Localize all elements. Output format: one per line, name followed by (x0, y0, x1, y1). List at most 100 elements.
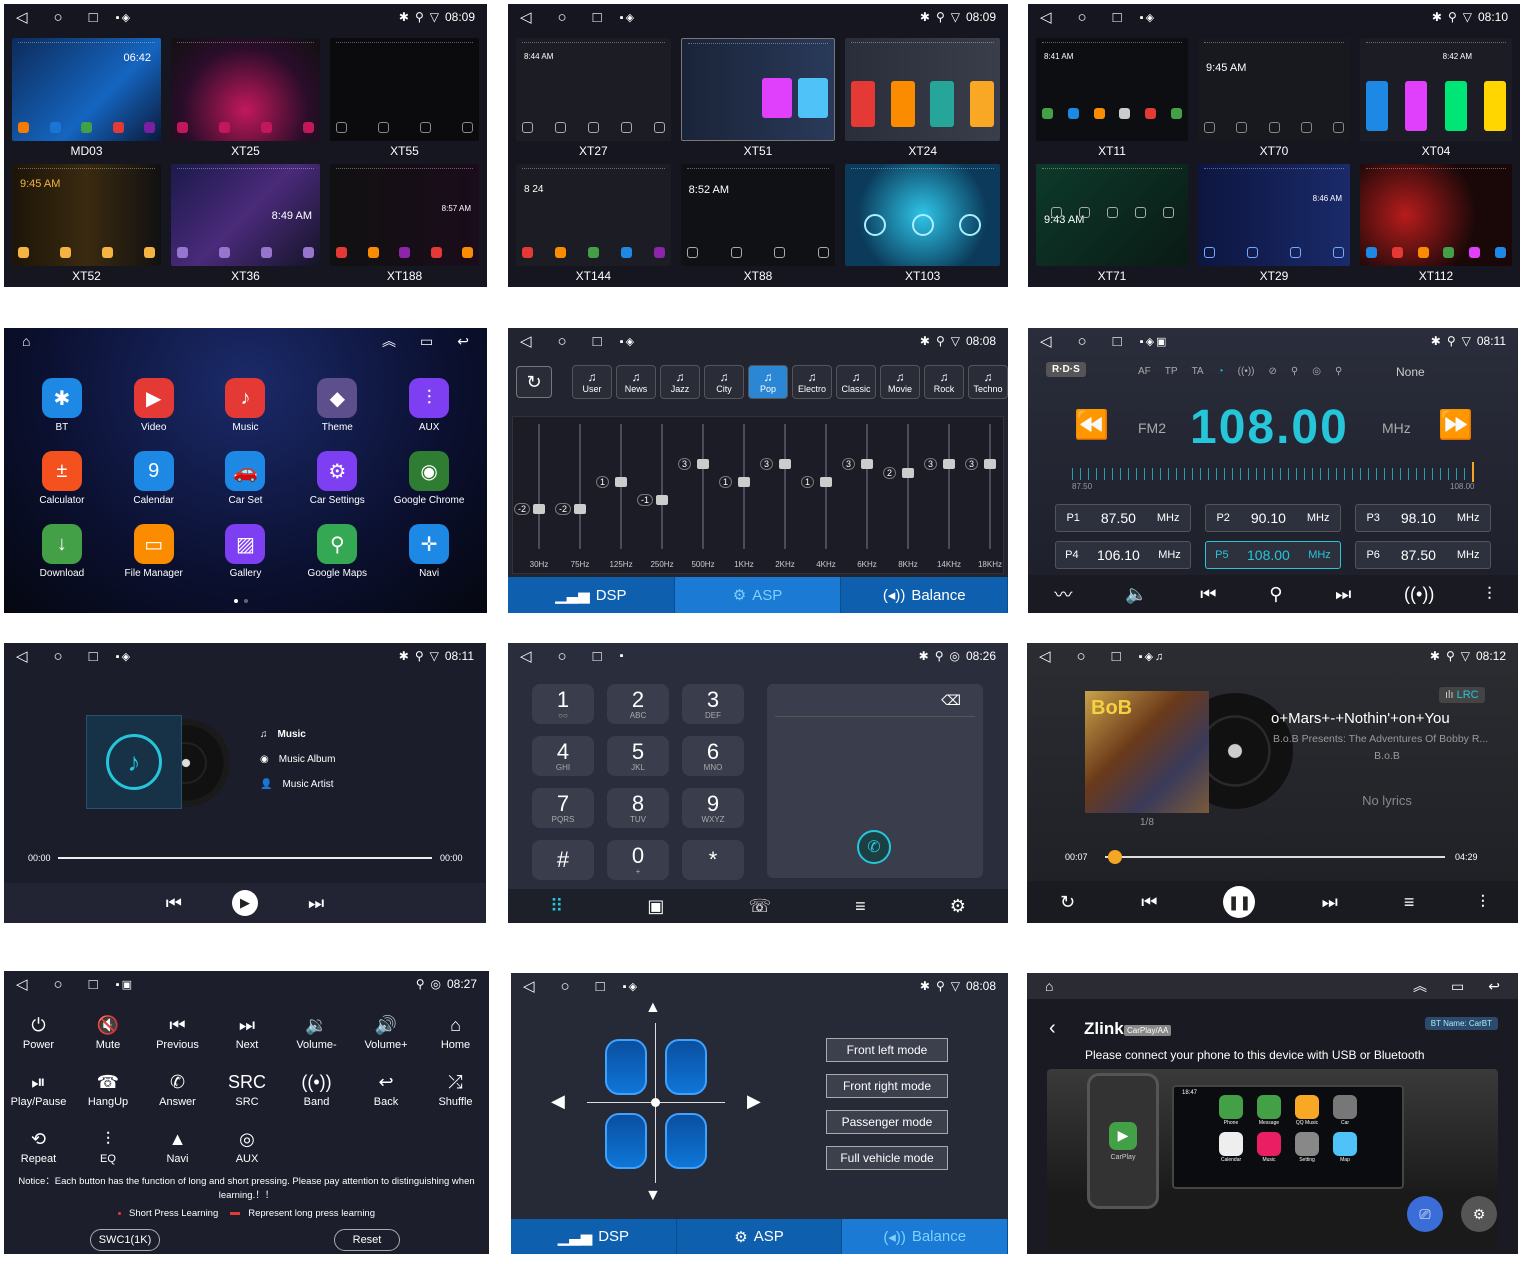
theme-thumb[interactable]: 9:45 AM XT70 (1198, 38, 1350, 158)
play-button[interactable]: ▶ (232, 890, 258, 916)
carplay-app-phone[interactable]: Phone (1214, 1095, 1248, 1126)
repeat-icon[interactable]: ↻ (1060, 892, 1075, 913)
swc1-button[interactable]: SWC1(1K) (90, 1229, 160, 1251)
app-car-settings[interactable]: ⚙ Car Settings (291, 451, 383, 506)
af-flag[interactable]: AF (1138, 366, 1151, 377)
theme-thumb[interactable]: 8:49 AM XT36 (171, 163, 320, 283)
swc-hangup[interactable]: ☎ HangUp (74, 1072, 143, 1108)
dial-key[interactable]: # (532, 840, 594, 880)
app-aux[interactable]: ⫶ AUX (383, 378, 475, 433)
dial-key[interactable]: 6 MNO (682, 736, 744, 776)
fader-knob[interactable] (943, 459, 955, 469)
back-icon[interactable]: ◁ (523, 977, 535, 995)
arrow-down-icon[interactable]: ▼ (645, 1187, 661, 1205)
back-icon[interactable]: ◁ (520, 8, 532, 26)
app-google-chrome[interactable]: ◉ Google Chrome (383, 451, 475, 506)
previous-icon[interactable]: ⏮ (166, 893, 182, 914)
theme-thumb[interactable]: XT25 (171, 38, 320, 158)
home-icon[interactable]: ○ (558, 9, 567, 26)
window-icon[interactable]: ▭ (1451, 978, 1464, 995)
eq-fader[interactable]: 3 (760, 424, 791, 549)
radio-preset-p3[interactable]: P3 98.10 MHz (1355, 504, 1491, 532)
tp-flag[interactable]: TP (1165, 366, 1178, 377)
arrow-up-icon[interactable]: ▲ (645, 999, 661, 1017)
home-outline-icon[interactable]: ⌂ (22, 333, 30, 349)
fader-knob[interactable] (615, 477, 627, 487)
progress-thumb[interactable] (1108, 850, 1123, 864)
theme-thumb[interactable]: 9:43 AM XT71 (1036, 163, 1188, 283)
back-icon[interactable]: ◁ (16, 975, 28, 993)
app-calculator[interactable]: ± Calculator (16, 451, 108, 506)
theme-thumb[interactable]: XT24 (845, 38, 1000, 158)
arrow-left-icon[interactable]: ◀ (551, 1091, 565, 1112)
reset-button[interactable]: Reset (334, 1229, 400, 1251)
progress-bar[interactable] (58, 857, 432, 859)
dial-key[interactable]: 3 DEF (682, 684, 744, 724)
tab-dsp[interactable]: ▁▃▅ DSP (511, 1219, 677, 1254)
swc-next[interactable]: ⏭ Next (213, 1015, 282, 1051)
eq-preset-classic[interactable]: ♫ Classic (836, 365, 876, 399)
back-icon[interactable]: ◁ (520, 647, 532, 665)
expand-icon[interactable]: ︽ (382, 331, 396, 351)
swc-previous[interactable]: ⏮ Previous (143, 1015, 212, 1051)
ta-flag[interactable]: TA (1192, 366, 1204, 377)
seat-diagram[interactable] (587, 1023, 725, 1183)
swc-band[interactable]: ((•)) Band (282, 1072, 351, 1108)
balance-mode-button[interactable]: Passenger mode (826, 1110, 948, 1134)
radio-preset-p6[interactable]: P6 87.50 MHz (1355, 541, 1491, 569)
app-calendar[interactable]: 9 Calendar (108, 451, 200, 506)
theme-thumb[interactable]: 8:57 AM XT188 (330, 163, 479, 283)
radio-preset-p4[interactable]: P4 106.10 MHz (1055, 541, 1191, 569)
fader-knob[interactable] (779, 459, 791, 469)
tab-balance[interactable]: (◂)) Balance (841, 577, 1008, 613)
theme-thumb[interactable]: 8 24 XT144 (516, 163, 671, 283)
carplay-app-message[interactable]: Message (1252, 1095, 1286, 1126)
app-video[interactable]: ▶ Video (108, 378, 200, 433)
theme-thumb[interactable]: 9:45 AM XT52 (12, 163, 161, 283)
theme-thumb[interactable]: XT51 (680, 38, 836, 158)
dial-key[interactable]: 0 + (607, 840, 669, 880)
eq-fader[interactable]: 2 (883, 424, 914, 549)
balance-mode-button[interactable]: Front left mode (826, 1038, 948, 1062)
seek-forward-button[interactable]: ⏩ (1438, 408, 1473, 441)
swc-mute[interactable]: 🔇 Mute (74, 1015, 143, 1051)
swc-play-pause[interactable]: ⏯ Play/Pause (4, 1072, 73, 1108)
swc-eq[interactable]: ⫶ EQ (74, 1129, 143, 1165)
eq-fader[interactable]: 1 (596, 424, 627, 549)
app-gallery[interactable]: ▨ Gallery (200, 524, 292, 579)
dial-key[interactable]: 4 GHI (532, 736, 594, 776)
eq-fader[interactable]: 3 (924, 424, 955, 549)
fader-knob[interactable] (902, 468, 914, 478)
swc-back[interactable]: ↩ Back (352, 1072, 421, 1108)
equalizer-icon[interactable]: ⫶ (1480, 892, 1485, 913)
recents-icon[interactable]: □ (596, 978, 605, 995)
backspace-icon[interactable]: ⌫ (941, 692, 961, 709)
radio-preset-p1[interactable]: P1 87.50 MHz (1055, 504, 1191, 532)
tab-asp[interactable]: ⚙ ASP (677, 1219, 843, 1254)
swc-answer[interactable]: ✆ Answer (143, 1072, 212, 1108)
home-icon[interactable]: ○ (1078, 9, 1087, 26)
theme-thumb[interactable]: XT103 (845, 163, 1000, 283)
recents-icon[interactable]: □ (1112, 648, 1121, 665)
theme-thumb[interactable]: XT112 (1360, 163, 1512, 283)
eq-fader[interactable]: 1 (719, 424, 750, 549)
theme-thumb[interactable]: 8:52 AM XT88 (680, 163, 836, 283)
eq-preset-city[interactable]: ♫ City (704, 365, 744, 399)
app-file-manager[interactable]: ▭ File Manager (108, 524, 200, 579)
eq-fader[interactable]: -1 (637, 424, 668, 549)
tab-dsp[interactable]: ▁▃▅ DSP (508, 577, 675, 613)
app-bt[interactable]: ✱ BT (16, 378, 108, 433)
antenna-icon[interactable]: ((•)) (1404, 584, 1434, 605)
home-icon[interactable]: ○ (561, 978, 570, 995)
back-icon[interactable]: ◁ (16, 647, 28, 665)
dial-key[interactable]: 1 ○○ (532, 684, 594, 724)
back-icon[interactable]: ◁ (1040, 332, 1052, 350)
dial-key[interactable]: 5 JKL (607, 736, 669, 776)
radio-preset-p5[interactable]: P5 108.00 MHz (1205, 541, 1341, 569)
eq-preset-electro[interactable]: ♫ Electro (792, 365, 832, 399)
pause-button[interactable]: ❚❚ (1223, 886, 1256, 918)
dialpad-icon[interactable]: ⠿ (550, 896, 563, 917)
app-car-set[interactable]: 🚗 Car Set (200, 451, 292, 506)
sound-icon[interactable]: 🔈 (1125, 584, 1147, 605)
app-theme[interactable]: ◆ Theme (291, 378, 383, 433)
